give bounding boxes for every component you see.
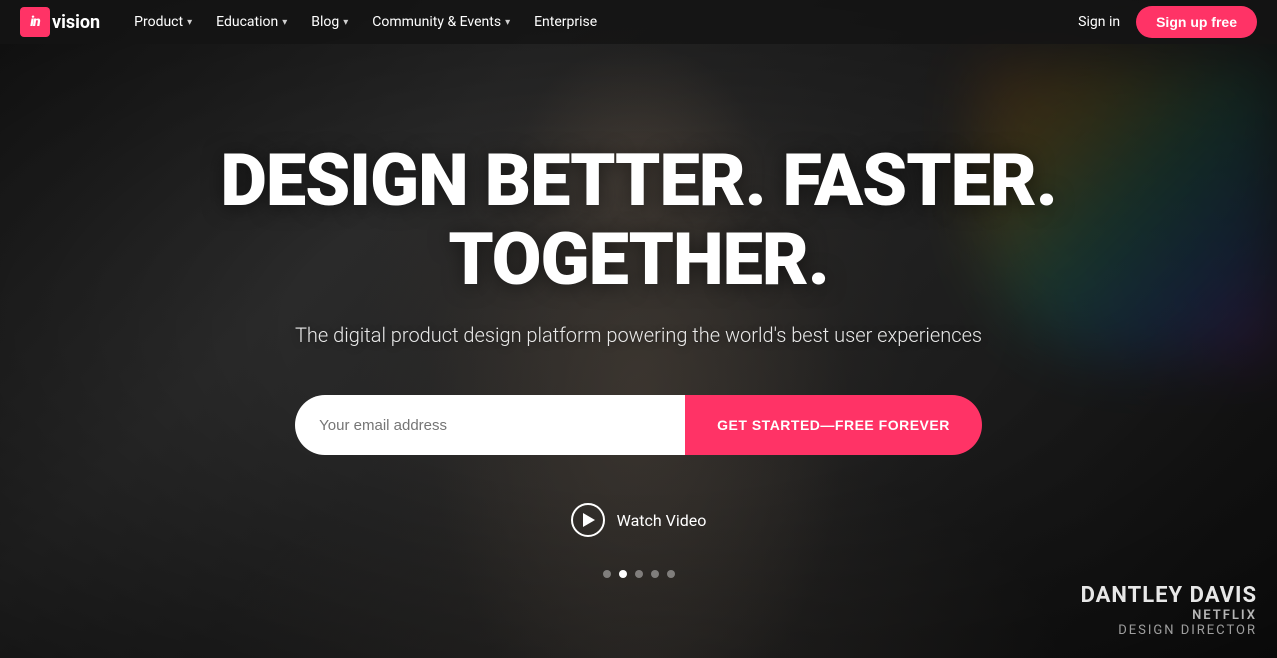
- dot-4[interactable]: [651, 570, 659, 578]
- bottom-credit: DANTLEY DAVIS NETFLIX DESIGN DIRECTOR: [1081, 583, 1257, 638]
- nav-item-product[interactable]: Product ▾: [124, 8, 202, 36]
- credit-company: NETFLIX: [1081, 608, 1257, 623]
- email-input[interactable]: [295, 395, 685, 455]
- dot-2[interactable]: [619, 570, 627, 578]
- logo-icon: in: [20, 7, 50, 37]
- hero-subtitle: The digital product design platform powe…: [40, 323, 1237, 347]
- watch-video-link[interactable]: Watch Video: [40, 503, 1237, 537]
- signup-button[interactable]: Sign up free: [1136, 6, 1257, 38]
- credit-role: DESIGN DIRECTOR: [1081, 623, 1257, 638]
- sign-in-link[interactable]: Sign in: [1078, 14, 1120, 30]
- nav-enterprise-label: Enterprise: [534, 14, 597, 30]
- nav-item-community[interactable]: Community & Events ▾: [362, 8, 520, 36]
- nav-right: Sign in Sign up free: [1078, 6, 1257, 38]
- chevron-down-icon: ▾: [282, 17, 287, 28]
- chevron-down-icon: ▾: [505, 17, 510, 28]
- logo-vision-text: vision: [52, 12, 100, 33]
- play-triangle: [583, 513, 595, 527]
- chevron-down-icon: ▾: [343, 17, 348, 28]
- nav-links: Product ▾ Education ▾ Blog ▾ Community &…: [124, 8, 1078, 36]
- hero-title: DESIGN BETTER. FASTER. TOGETHER.: [40, 141, 1237, 299]
- main-nav: in vision Product ▾ Education ▾ Blog ▾ C…: [0, 0, 1277, 44]
- hero-content: DESIGN BETTER. FASTER. TOGETHER. The dig…: [0, 141, 1277, 537]
- logo[interactable]: in vision: [20, 7, 100, 37]
- chevron-down-icon: ▾: [187, 17, 192, 28]
- nav-item-blog[interactable]: Blog ▾: [301, 8, 358, 36]
- nav-blog-label: Blog: [311, 14, 339, 30]
- cta-row: GET STARTED—FREE FOREVER: [40, 395, 1237, 455]
- dot-3[interactable]: [635, 570, 643, 578]
- credit-name: DANTLEY DAVIS: [1081, 583, 1257, 608]
- get-started-button[interactable]: GET STARTED—FREE FOREVER: [685, 395, 982, 455]
- play-icon: [571, 503, 605, 537]
- nav-community-label: Community & Events: [372, 14, 501, 30]
- dot-1[interactable]: [603, 570, 611, 578]
- carousel-dots: [603, 570, 675, 578]
- logo-in: in: [30, 14, 39, 30]
- dot-5[interactable]: [667, 570, 675, 578]
- watch-video-label: Watch Video: [617, 511, 707, 530]
- nav-product-label: Product: [134, 14, 183, 30]
- nav-education-label: Education: [216, 14, 278, 30]
- nav-item-enterprise[interactable]: Enterprise: [524, 8, 607, 36]
- nav-item-education[interactable]: Education ▾: [206, 8, 297, 36]
- hero-section: in vision Product ▾ Education ▾ Blog ▾ C…: [0, 0, 1277, 658]
